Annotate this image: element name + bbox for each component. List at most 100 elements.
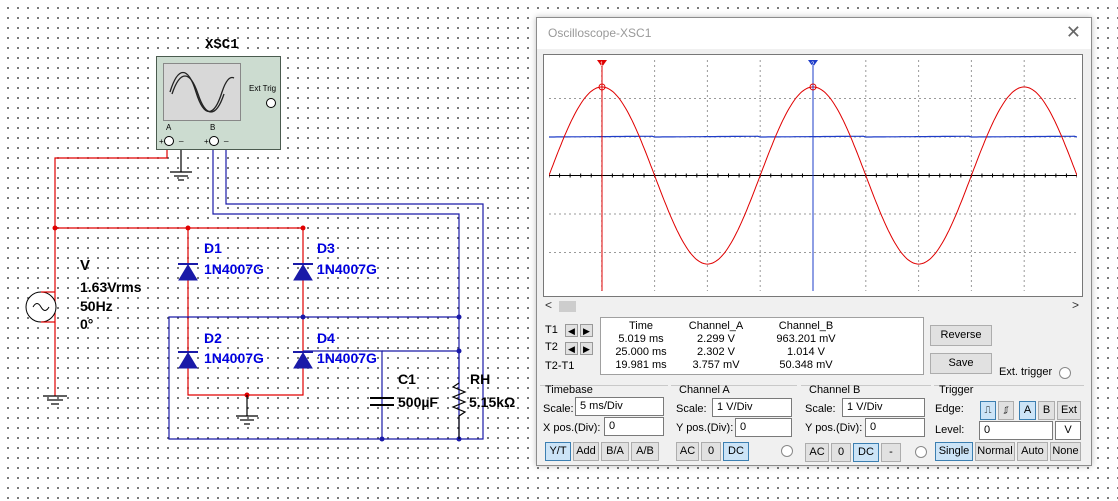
timebase-scale-label: Scale: (543, 403, 574, 415)
header-channel-a: Channel_A (688, 320, 744, 332)
channel-b-ac-button[interactable]: AC (805, 443, 829, 462)
channel-a-ac-button[interactable]: AC (676, 442, 699, 461)
channel-b-minus-button[interactable]: - (881, 443, 901, 462)
delta-channel-a: 3.757 mV (692, 359, 740, 371)
edge-label: Edge: (935, 403, 964, 415)
t2-left-icon[interactable]: ◀ (565, 342, 578, 355)
d4-ref: D4 (317, 330, 335, 346)
waveform-plot: 12 (549, 60, 1077, 291)
channel-b-dc-button[interactable]: DC (853, 443, 879, 462)
header-time: Time (628, 320, 654, 332)
t1-channel-a: 2.299 V (697, 333, 735, 345)
d3-model: 1N4007G (317, 261, 377, 277)
t2-label: T2 (545, 341, 558, 353)
terminal-b[interactable] (209, 136, 219, 146)
d3-ref: D3 (317, 240, 335, 256)
source-frequency: 50Hz (80, 298, 113, 314)
t1-label: T1 (545, 324, 558, 336)
trigger-normal-button[interactable]: Normal (975, 442, 1015, 461)
channel-a-scale-input[interactable]: 1 V/Div (712, 398, 792, 417)
ext-trig-label: Ext Trig (249, 84, 277, 93)
channel-b-scale-input[interactable]: 1 V/Div (842, 398, 925, 417)
channel-b-zero-button[interactable]: 0 (831, 443, 851, 462)
trigger-auto-button[interactable]: Auto (1017, 442, 1048, 461)
channel-b-title: Channel B (809, 384, 861, 396)
trigger-source-ext-button[interactable]: Ext (1057, 401, 1081, 420)
level-unit-select[interactable]: V (1055, 421, 1081, 440)
xpos-input[interactable]: 0 (604, 417, 664, 436)
header-channel-b: Channel_B (778, 320, 834, 332)
t1-channel-b: 963.201 mV (776, 333, 836, 345)
level-input[interactable]: 0 (979, 421, 1053, 440)
terminal-b-plus: + (204, 137, 209, 146)
mode-add-button[interactable]: Add (573, 442, 599, 461)
terminal-b-minus: _ (224, 133, 229, 142)
falling-edge-icon[interactable]: ⎎ (998, 401, 1014, 420)
timebase-scale-input[interactable]: 5 ms/Div (575, 397, 664, 416)
d2-model: 1N4007G (204, 350, 264, 366)
channel-a-dc-button[interactable]: DC (723, 442, 749, 461)
t2-channel-b: 1.014 V (787, 346, 825, 358)
close-icon[interactable]: ✕ (1066, 22, 1081, 43)
ext-trigger-radio[interactable] (1059, 367, 1071, 379)
save-button[interactable]: Save (930, 353, 992, 374)
t1-time: 5.019 ms (618, 333, 664, 345)
terminal-a-label: A (166, 123, 172, 132)
mode-ab-button[interactable]: A/B (631, 442, 659, 461)
channel-b-scale-label: Scale: (805, 403, 836, 415)
res-ref: RH (470, 371, 491, 387)
terminal-a-minus: _ (179, 133, 184, 142)
reverse-button[interactable]: Reverse (930, 325, 992, 346)
cap-ref: C1 (398, 371, 416, 387)
t1-right-icon[interactable]: ▶ (580, 324, 593, 337)
channel-a-title: Channel A (679, 384, 730, 396)
trigger-none-button[interactable]: None (1050, 442, 1081, 461)
source-name: V (80, 257, 91, 274)
d1-model: 1N4007G (204, 261, 264, 277)
source-voltage: 1.63Vrms (80, 279, 142, 295)
channel-a-ypos-input[interactable]: 0 (735, 418, 792, 437)
scope-screen-icon (163, 63, 241, 121)
channel-a-scale-label: Scale: (676, 403, 707, 415)
level-label: Level: (935, 424, 965, 436)
mode-ba-button[interactable]: B/A (601, 442, 629, 461)
rising-edge-icon[interactable]: ⎍ (980, 401, 996, 420)
channel-b-radio[interactable] (915, 446, 927, 458)
res-value: 5.15kΩ (469, 394, 516, 410)
channel-a-zero-button[interactable]: 0 (701, 442, 721, 461)
trigger-source-a-button[interactable]: A (1019, 401, 1036, 420)
t2-right-icon[interactable]: ▶ (580, 342, 593, 355)
ext-trig-terminal[interactable] (266, 98, 276, 108)
t1-left-icon[interactable]: ◀ (565, 324, 578, 337)
channel-b-ypos-label: Y pos.(Div): (805, 422, 863, 434)
trigger-source-b-button[interactable]: B (1038, 401, 1055, 420)
title-bar[interactable]: Oscilloscope-XSC1 ✕ (537, 18, 1091, 49)
mode-yt-button[interactable]: Y/T (545, 442, 571, 461)
scroll-thumb[interactable] (559, 301, 576, 312)
d1-ref: D1 (204, 240, 222, 256)
oscilloscope-instrument[interactable]: Ext Trig A B + + _ _ (156, 56, 281, 150)
channel-a-ypos-label: Y pos.(Div): (676, 422, 734, 434)
scroll-right-icon[interactable]: > (1072, 298, 1079, 312)
terminal-a[interactable] (164, 136, 174, 146)
terminal-b-label: B (210, 123, 216, 132)
horizontal-scrollbar[interactable]: < > (543, 298, 1085, 313)
xpos-label: X pos.(Div): (543, 422, 601, 434)
source-phase: 0° (80, 316, 94, 332)
channel-b-ypos-input[interactable]: 0 (865, 418, 925, 437)
channel-a-radio[interactable] (781, 445, 793, 457)
t2-t1-label: T2-T1 (545, 360, 575, 372)
oscilloscope-window[interactable]: Oscilloscope-XSC1 ✕ 12 < > T1 ◀ ▶ T2 ◀ ▶… (536, 17, 1092, 466)
d4-model: 1N4007G (317, 350, 377, 366)
window-title: Oscilloscope-XSC1 (548, 26, 652, 40)
cap-value: 500µF (398, 394, 438, 410)
measurement-table: Time Channel_A Channel_B 5.019 ms 2.299 … (600, 317, 924, 375)
scroll-left-icon[interactable]: < (545, 298, 552, 312)
d2-ref: D2 (204, 330, 222, 346)
terminal-a-plus: + (159, 137, 164, 146)
trigger-single-button[interactable]: Single (935, 442, 973, 461)
delta-channel-b: 50.348 mV (779, 359, 833, 371)
scope-display: 12 (543, 54, 1083, 297)
delta-time: 19.981 ms (615, 359, 667, 371)
timebase-title: Timebase (545, 384, 593, 396)
